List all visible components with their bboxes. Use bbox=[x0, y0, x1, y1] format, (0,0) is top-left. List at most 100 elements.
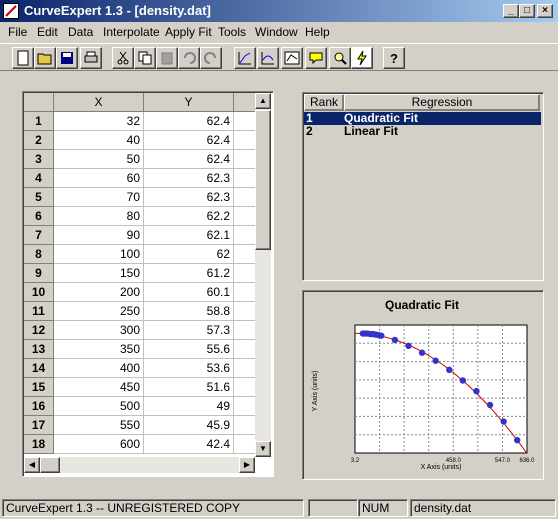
cell-empty[interactable] bbox=[234, 264, 256, 283]
cell-empty[interactable] bbox=[234, 283, 256, 302]
cell-empty[interactable] bbox=[234, 112, 256, 131]
row-header[interactable]: 12 bbox=[24, 321, 54, 340]
row-header[interactable]: 11 bbox=[24, 302, 54, 321]
cell-empty[interactable] bbox=[234, 340, 256, 359]
save-icon[interactable] bbox=[56, 47, 78, 69]
row-header[interactable]: 13 bbox=[24, 340, 54, 359]
menu-interpolate[interactable]: Interpolate bbox=[103, 25, 160, 39]
cell-y[interactable]: 62.3 bbox=[144, 169, 234, 188]
open-folder-icon[interactable] bbox=[34, 47, 56, 69]
cut-icon[interactable] bbox=[112, 47, 134, 69]
undo-icon[interactable] bbox=[178, 47, 200, 69]
cell-x[interactable]: 600 bbox=[54, 435, 144, 454]
menu-window[interactable]: Window bbox=[255, 25, 298, 39]
row-header[interactable]: 2 bbox=[24, 131, 54, 150]
regression-header[interactable]: Regression bbox=[344, 94, 540, 111]
row-header[interactable]: 4 bbox=[24, 169, 54, 188]
row-header[interactable]: 7 bbox=[24, 226, 54, 245]
cell-x[interactable]: 50 bbox=[54, 150, 144, 169]
maximize-button[interactable]: □ bbox=[519, 4, 535, 18]
chart-panel[interactable]: Quadratic Fit X Axis (units) Y Axis (uni… bbox=[302, 290, 544, 480]
scroll-right-button[interactable]: ▶ bbox=[239, 457, 255, 473]
hscroll-thumb[interactable] bbox=[40, 457, 60, 473]
cell-empty[interactable] bbox=[234, 302, 256, 321]
cell-y[interactable]: 42.4 bbox=[144, 435, 234, 454]
cell-y[interactable]: 62.4 bbox=[144, 112, 234, 131]
scroll-left-button[interactable]: ◀ bbox=[24, 457, 40, 473]
paste-icon[interactable] bbox=[156, 47, 178, 69]
cell-y[interactable]: 62.1 bbox=[144, 226, 234, 245]
column-header-x[interactable]: X bbox=[54, 93, 144, 112]
cell-x[interactable]: 250 bbox=[54, 302, 144, 321]
cell-y[interactable]: 62 bbox=[144, 245, 234, 264]
print-icon[interactable] bbox=[80, 47, 102, 69]
cell-x[interactable]: 40 bbox=[54, 131, 144, 150]
column-header-y[interactable]: Y bbox=[144, 93, 234, 112]
cell-empty[interactable] bbox=[234, 378, 256, 397]
zoom-icon[interactable] bbox=[329, 47, 351, 69]
scroll-thumb[interactable] bbox=[255, 110, 271, 250]
horizontal-scrollbar[interactable]: ◀ ▶ bbox=[24, 457, 255, 473]
row-header[interactable]: 5 bbox=[24, 188, 54, 207]
cell-y[interactable]: 62.4 bbox=[144, 131, 234, 150]
redo-icon[interactable] bbox=[200, 47, 222, 69]
row-header[interactable]: 9 bbox=[24, 264, 54, 283]
cell-empty[interactable] bbox=[234, 131, 256, 150]
menu-file[interactable]: File bbox=[8, 25, 27, 39]
cell-x[interactable]: 450 bbox=[54, 378, 144, 397]
cell-empty[interactable] bbox=[234, 188, 256, 207]
cell-x[interactable]: 300 bbox=[54, 321, 144, 340]
menu-data[interactable]: Data bbox=[68, 25, 93, 39]
menu-apply-fit[interactable]: Apply Fit bbox=[165, 25, 212, 39]
cell-empty[interactable] bbox=[234, 226, 256, 245]
row-header[interactable]: 1 bbox=[24, 112, 54, 131]
cell-y[interactable]: 62.3 bbox=[144, 188, 234, 207]
cell-x[interactable]: 400 bbox=[54, 359, 144, 378]
title-bar[interactable]: CurveExpert 1.3 - [density.dat] _ □ × bbox=[0, 0, 558, 22]
cell-y[interactable]: 62.2 bbox=[144, 207, 234, 226]
cell-y[interactable]: 45.9 bbox=[144, 416, 234, 435]
cell-empty[interactable] bbox=[234, 245, 256, 264]
cell-y[interactable]: 55.6 bbox=[144, 340, 234, 359]
cell-x[interactable]: 500 bbox=[54, 397, 144, 416]
cell-y[interactable]: 58.8 bbox=[144, 302, 234, 321]
cell-y[interactable]: 60.1 bbox=[144, 283, 234, 302]
cell-empty[interactable] bbox=[234, 416, 256, 435]
scroll-up-button[interactable]: ▲ bbox=[255, 93, 271, 109]
cell-empty[interactable] bbox=[234, 321, 256, 340]
cell-empty[interactable] bbox=[234, 150, 256, 169]
cell-x[interactable]: 200 bbox=[54, 283, 144, 302]
cell-empty[interactable] bbox=[234, 207, 256, 226]
new-file-icon[interactable] bbox=[12, 47, 34, 69]
row-header[interactable]: 14 bbox=[24, 359, 54, 378]
row-header[interactable]: 17 bbox=[24, 416, 54, 435]
menu-help[interactable]: Help bbox=[305, 25, 330, 39]
cell-empty[interactable] bbox=[234, 169, 256, 188]
cell-x[interactable]: 60 bbox=[54, 169, 144, 188]
scroll-down-button[interactable]: ▼ bbox=[255, 441, 271, 457]
cell-y[interactable]: 53.6 bbox=[144, 359, 234, 378]
cell-empty[interactable] bbox=[234, 359, 256, 378]
menu-tools[interactable]: Tools bbox=[218, 25, 246, 39]
info-icon[interactable] bbox=[305, 47, 327, 69]
row-header[interactable]: 8 bbox=[24, 245, 54, 264]
cell-y[interactable]: 51.6 bbox=[144, 378, 234, 397]
cell-empty[interactable] bbox=[234, 397, 256, 416]
cell-x[interactable]: 150 bbox=[54, 264, 144, 283]
minimize-button[interactable]: _ bbox=[503, 4, 519, 18]
poly-icon[interactable] bbox=[281, 47, 303, 69]
cell-x[interactable]: 100 bbox=[54, 245, 144, 264]
cell-y[interactable]: 49 bbox=[144, 397, 234, 416]
copy-icon[interactable] bbox=[134, 47, 156, 69]
cell-x[interactable]: 70 bbox=[54, 188, 144, 207]
cell-x[interactable]: 350 bbox=[54, 340, 144, 359]
row-header[interactable]: 3 bbox=[24, 150, 54, 169]
cell-x[interactable]: 80 bbox=[54, 207, 144, 226]
rank-row-selected[interactable]: 1 Quadratic Fit bbox=[304, 112, 541, 125]
cell-y[interactable]: 62.4 bbox=[144, 150, 234, 169]
close-button[interactable]: × bbox=[537, 4, 553, 18]
cell-empty[interactable] bbox=[234, 435, 256, 454]
row-header[interactable]: 10 bbox=[24, 283, 54, 302]
row-header[interactable]: 16 bbox=[24, 397, 54, 416]
cell-y[interactable]: 57.3 bbox=[144, 321, 234, 340]
